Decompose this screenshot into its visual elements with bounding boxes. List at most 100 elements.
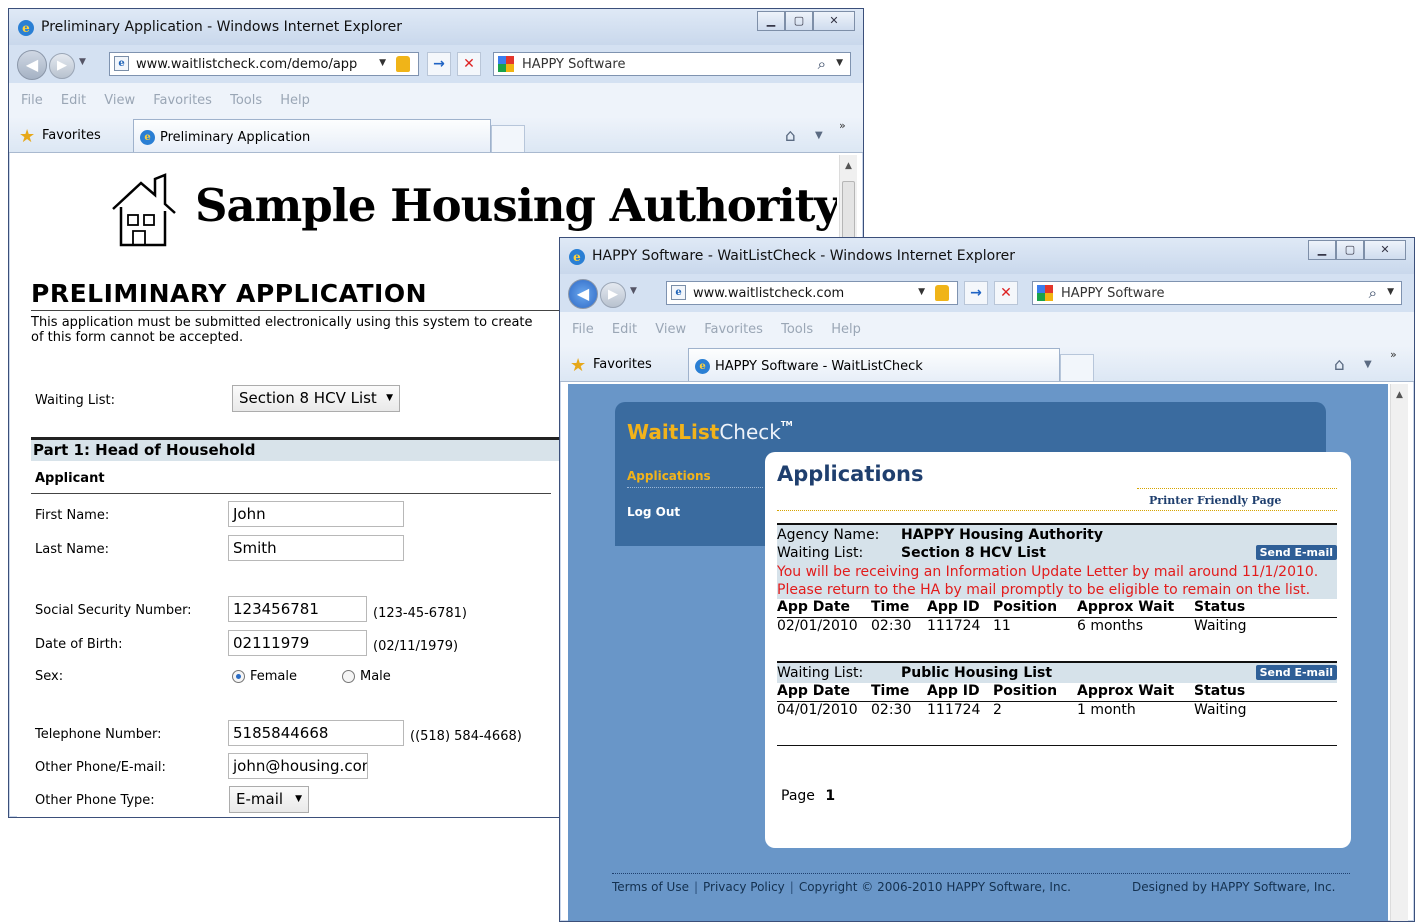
menu-edit[interactable]: Edit xyxy=(612,312,637,348)
address-dropdown-icon[interactable]: ▼ xyxy=(918,287,925,297)
waiting-list-select[interactable]: Section 8 HCV List ▼ xyxy=(232,385,400,412)
minimize-icon[interactable]: ▁ xyxy=(757,11,785,31)
menu-tools[interactable]: Tools xyxy=(781,312,813,348)
stop-icon[interactable]: ✕ xyxy=(994,281,1018,305)
maximize-icon[interactable]: ▢ xyxy=(1336,240,1364,260)
favorites-button[interactable]: Favorites xyxy=(593,357,652,372)
page-icon: e xyxy=(114,56,129,71)
agency-header: Agency Name: HAPPY Housing Authority Wait… xyxy=(777,523,1337,563)
terms-link[interactable]: Terms of Use xyxy=(612,880,689,894)
waiting-list-label: Waiting List: xyxy=(35,393,116,408)
favorites-button[interactable]: Favorites xyxy=(42,128,101,143)
favorites-star-icon[interactable]: ★ xyxy=(570,355,586,376)
send-email-button[interactable]: Send E-mail xyxy=(1255,545,1337,560)
menu-tools[interactable]: Tools xyxy=(230,83,262,119)
search-icon[interactable]: ⌕ xyxy=(818,55,826,73)
nav-applications[interactable]: Applications xyxy=(627,464,763,488)
history-dropdown-icon[interactable]: ▼ xyxy=(79,57,86,67)
address-bar[interactable]: e www.waitlistcheck.com/demo/app ▼ xyxy=(109,52,419,76)
sex-female-radio[interactable] xyxy=(232,670,245,683)
footer: Terms of Use | Privacy Policy | Copyright © … xyxy=(612,880,1336,894)
home-icon[interactable]: ⌂ xyxy=(1334,355,1345,375)
cell-app-id: 111724 xyxy=(927,702,981,718)
logo-trademark: TM xyxy=(780,420,793,428)
phone-input[interactable]: 5185844668 xyxy=(228,720,404,746)
menu-bar: File Edit View Favorites Tools Help xyxy=(560,312,1414,346)
history-dropdown-icon[interactable]: ▼ xyxy=(630,286,637,296)
go-icon[interactable]: → xyxy=(427,52,451,76)
intro-text: This application must be submitted elect… xyxy=(31,315,571,345)
other-phone-input[interactable]: john@housing.com xyxy=(228,753,368,779)
address-bar[interactable]: e www.waitlistcheck.com ▼ xyxy=(666,281,958,305)
title-bar[interactable]: e Preliminary Application - Windows Inte… xyxy=(9,9,863,45)
tab-happy-software-waitlistcheck[interactable]: e HAPPY Software - WaitListCheck xyxy=(688,348,1060,381)
title-bar[interactable]: e HAPPY Software - WaitListCheck - Windo… xyxy=(560,238,1414,274)
lock-icon[interactable] xyxy=(935,285,949,301)
column-position: Position xyxy=(993,683,1058,699)
nav-log-out[interactable]: Log Out xyxy=(627,505,680,519)
scroll-up-icon[interactable]: ▲ xyxy=(840,161,857,171)
search-box[interactable]: HAPPY Software ⌕ ▼ xyxy=(493,52,851,76)
home-dropdown-icon[interactable]: ▼ xyxy=(815,130,823,141)
page-number-link[interactable]: 1 xyxy=(825,788,835,804)
address-url[interactable]: www.waitlistcheck.com/demo/app xyxy=(136,57,357,72)
menu-help[interactable]: Help xyxy=(831,312,861,348)
favorites-star-icon[interactable]: ★ xyxy=(19,126,35,147)
go-icon[interactable]: → xyxy=(964,281,988,305)
new-tab-button[interactable] xyxy=(491,125,525,152)
more-chevron-icon[interactable]: » xyxy=(839,119,846,132)
scroll-thumb[interactable] xyxy=(842,181,855,241)
search-provider-label[interactable]: HAPPY Software xyxy=(522,57,625,72)
forward-icon[interactable]: ▶ xyxy=(49,53,75,79)
more-chevron-icon[interactable]: » xyxy=(1390,348,1397,361)
navigation-bar: ◀ ▶ ▼ e www.waitlistcheck.com/demo/app ▼… xyxy=(9,45,863,83)
menu-file[interactable]: File xyxy=(572,312,594,348)
scroll-up-icon[interactable]: ▲ xyxy=(1391,390,1408,400)
divider xyxy=(31,493,551,494)
close-icon[interactable]: ✕ xyxy=(1364,240,1406,260)
back-icon[interactable]: ◀ xyxy=(17,50,47,80)
search-box[interactable]: HAPPY Software ⌕ ▼ xyxy=(1032,281,1402,305)
first-name-input[interactable]: John xyxy=(228,501,404,527)
other-phone-type-select[interactable]: E-mail ▼ xyxy=(229,786,309,813)
close-icon[interactable]: ✕ xyxy=(813,11,855,31)
menu-view[interactable]: View xyxy=(104,83,135,119)
table-header: App Date Time App ID Position Approx Wai… xyxy=(777,683,1337,702)
menu-favorites[interactable]: Favorites xyxy=(704,312,763,348)
stop-icon[interactable]: ✕ xyxy=(457,52,481,76)
privacy-link[interactable]: Privacy Policy xyxy=(703,880,785,894)
column-app-date: App Date xyxy=(777,599,851,615)
menu-help[interactable]: Help xyxy=(280,83,310,119)
forward-icon[interactable]: ▶ xyxy=(600,282,626,308)
new-tab-button[interactable] xyxy=(1060,354,1094,381)
search-icon[interactable]: ⌕ xyxy=(1369,284,1377,302)
lock-icon[interactable] xyxy=(396,56,410,72)
search-provider-icon xyxy=(1037,285,1053,301)
waitlistcheck-logo-text: WaitListCheckTM xyxy=(627,420,793,444)
menu-view[interactable]: View xyxy=(655,312,686,348)
table-row: 02/01/2010 02:30 111724 11 6 months Wait… xyxy=(777,618,1337,637)
maximize-icon[interactable]: ▢ xyxy=(785,11,813,31)
tab-preliminary-application[interactable]: e Preliminary Application xyxy=(133,119,491,152)
send-email-button[interactable]: Send E-mail xyxy=(1255,665,1337,680)
last-name-input[interactable]: Smith xyxy=(228,535,404,561)
vertical-scrollbar[interactable]: ▲ xyxy=(1390,384,1408,921)
menu-favorites[interactable]: Favorites xyxy=(153,83,212,119)
search-dropdown-icon[interactable]: ▼ xyxy=(1387,287,1394,297)
sex-male-radio[interactable] xyxy=(342,670,355,683)
ssn-input[interactable]: 123456781 xyxy=(228,596,367,622)
printer-friendly-link[interactable]: Printer Friendly Page xyxy=(1149,494,1281,507)
dob-input[interactable]: 02111979 xyxy=(228,630,367,656)
home-icon[interactable]: ⌂ xyxy=(785,126,796,146)
search-dropdown-icon[interactable]: ▼ xyxy=(836,58,843,68)
search-provider-label[interactable]: HAPPY Software xyxy=(1061,286,1164,301)
column-status: Status xyxy=(1194,599,1246,615)
menu-edit[interactable]: Edit xyxy=(61,83,86,119)
menu-file[interactable]: File xyxy=(21,83,43,119)
home-dropdown-icon[interactable]: ▼ xyxy=(1364,359,1372,370)
copyright-text: Copyright © 2006-2010 HAPPY Software, In… xyxy=(798,880,1071,894)
address-dropdown-icon[interactable]: ▼ xyxy=(379,58,386,68)
back-icon[interactable]: ◀ xyxy=(568,279,598,309)
address-url[interactable]: www.waitlistcheck.com xyxy=(693,286,844,301)
minimize-icon[interactable]: ▁ xyxy=(1308,240,1336,260)
